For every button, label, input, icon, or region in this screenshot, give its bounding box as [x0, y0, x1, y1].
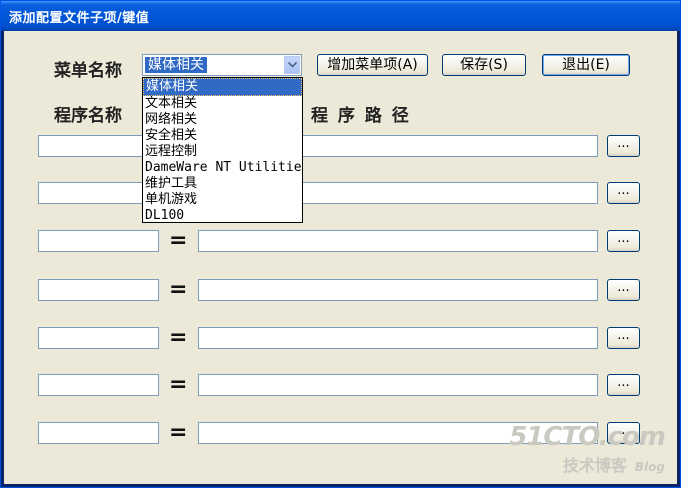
combo-selected-value: 媒体相关 [145, 57, 207, 73]
program-path-input-3[interactable] [198, 230, 598, 252]
dropdown-option[interactable]: 维护工具 [143, 176, 302, 192]
dropdown-option[interactable]: 单机游戏 [143, 192, 302, 208]
add-menu-item-button[interactable]: 增加菜单项(A) [317, 54, 428, 76]
menu-combo-box[interactable]: 媒体相关 [142, 54, 302, 76]
dropdown-option[interactable]: 文本相关 [143, 96, 302, 112]
program-name-input-2[interactable] [38, 182, 598, 204]
watermark-subtitle: 技术博客 Blog [509, 452, 665, 476]
browse-button-1[interactable]: ... [607, 135, 640, 157]
program-name-header: 程序名称 [54, 106, 122, 126]
equals-sign: = [169, 277, 188, 302]
program-path-input-5[interactable] [198, 327, 598, 349]
browse-button-3[interactable]: ... [607, 230, 640, 252]
dropdown-option[interactable]: DameWare NT Utilities [143, 160, 302, 176]
browse-button-2[interactable]: ... [607, 182, 640, 204]
program-name-input-1[interactable] [38, 135, 598, 157]
program-name-input-3[interactable] [38, 230, 159, 252]
watermark: 51CTO.com 技术博客 Blog [509, 422, 666, 476]
program-name-input-4[interactable] [38, 279, 159, 301]
equals-sign: = [169, 372, 188, 397]
program-path-header: 程 序 路 径 [311, 106, 411, 126]
browse-button-5[interactable]: ... [607, 327, 640, 349]
window-title: 添加配置文件子项/键值 [9, 11, 150, 26]
program-name-input-5[interactable] [38, 327, 159, 349]
dropdown-option[interactable]: 安全相关 [143, 128, 302, 144]
menu-name-label: 菜单名称 [54, 61, 122, 81]
equals-sign: = [169, 228, 188, 253]
watermark-site: 51CTO.com [509, 422, 666, 452]
watermark-blog: Blog [634, 460, 665, 474]
dropdown-option-selected[interactable]: 媒体相关 [143, 78, 302, 96]
dropdown-option[interactable]: DL100 [143, 208, 302, 222]
dropdown-option[interactable]: 远程控制 [143, 144, 302, 160]
dialog-client-area: 菜单名称 媒体相关 增加菜单项(A) 保存(S) 退出(E) 程序名称 程 序 … [4, 31, 677, 484]
title-bar[interactable]: 添加配置文件子项/键值 [1, 1, 680, 31]
dropdown-option[interactable]: 网络相关 [143, 112, 302, 128]
exit-button[interactable]: 退出(E) [542, 54, 630, 76]
equals-sign: = [169, 420, 188, 445]
chevron-down-icon [288, 62, 297, 68]
save-button[interactable]: 保存(S) [442, 54, 526, 76]
program-name-input-6[interactable] [38, 374, 159, 396]
equals-sign: = [169, 325, 188, 350]
program-path-input-4[interactable] [198, 279, 598, 301]
combo-dropdown-button[interactable] [284, 56, 300, 74]
watermark-blog-cn: 技术博客 [562, 456, 627, 475]
menu-dropdown-list[interactable]: 媒体相关 文本相关 网络相关 安全相关 远程控制 DameWare NT Uti… [142, 77, 303, 223]
browse-button-6[interactable]: ... [607, 374, 640, 396]
program-path-input-6[interactable] [198, 374, 598, 396]
browse-button-4[interactable]: ... [607, 279, 640, 301]
program-name-input-7[interactable] [38, 422, 159, 444]
dialog-window: 添加配置文件子项/键值 菜单名称 媒体相关 增加菜单项(A) 保存(S) 退出(… [0, 0, 681, 488]
